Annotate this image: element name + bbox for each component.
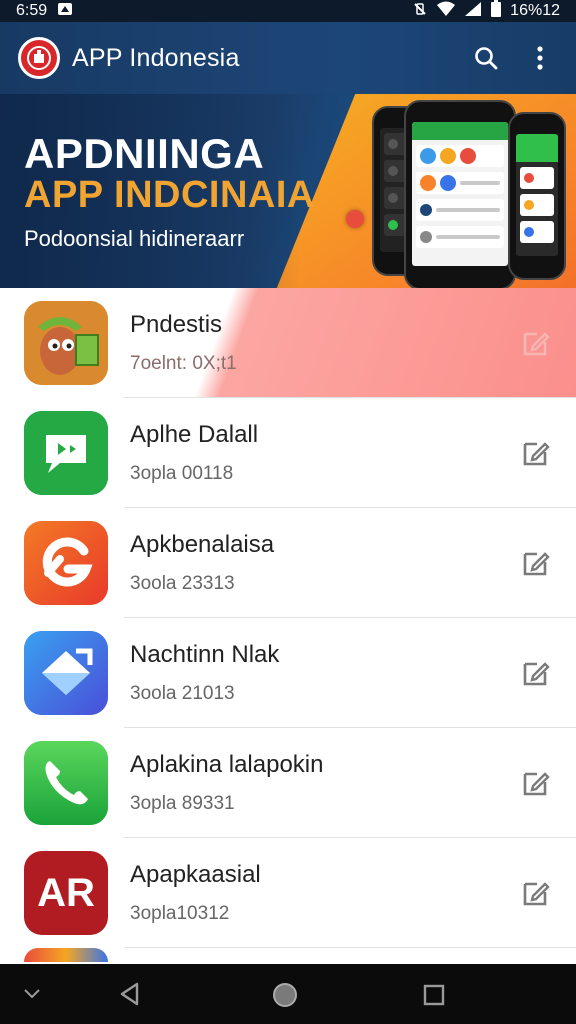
app-name: Nachtinn Nlak [130, 641, 280, 668]
recents-icon [423, 984, 445, 1006]
vibrate-off-icon [412, 1, 428, 22]
swirl-g-icon [24, 521, 108, 605]
home-button[interactable] [268, 978, 302, 1012]
banner-title: APDNIINGA [24, 130, 265, 177]
location-pin-icon [346, 210, 364, 228]
banner-subtitle: Podoonsial hidineraarr [24, 226, 245, 251]
list-item[interactable]: Pndestis 7oelnt: 0X;t1 [0, 288, 576, 398]
app-list: Pndestis 7oelnt: 0X;t1 Aplhe Dalall 3opl… [0, 288, 576, 964]
app-meta: 3opla 00118 [130, 463, 234, 484]
search-button[interactable] [466, 38, 506, 78]
status-bar: 6:59 16%12 [0, 0, 576, 22]
edit-icon [523, 332, 550, 356]
recents-button[interactable] [418, 980, 450, 1010]
app-meta: 3oola 21013 [130, 683, 235, 704]
battery-icon [490, 0, 502, 23]
search-icon [475, 47, 498, 70]
edit-icon [523, 882, 550, 906]
arrow-shape-icon [24, 631, 108, 715]
edit-icon [523, 772, 550, 796]
signal-icon [464, 1, 482, 22]
edit-button[interactable] [516, 323, 556, 363]
list-item[interactable]: Apkbenalaisa 3oola 23313 [0, 508, 576, 618]
home-circle-icon [273, 983, 297, 1007]
app-meta: 7oelnt: 0X;t1 [130, 353, 237, 374]
list-item[interactable]: Aplhe Dalall 3opla 00118 [0, 398, 576, 508]
app-title: APP Indonesia [72, 43, 240, 72]
edit-button[interactable] [516, 543, 556, 583]
wifi-icon [436, 1, 456, 22]
promo-banner[interactable]: APDNIINGA APP INDCINAIA Podoonsial hidin… [0, 94, 576, 290]
banner-title-secondary: APP INDCINAIA [24, 174, 315, 216]
list-item[interactable]: Aplakina lalapokin 3opla 89331 [0, 728, 576, 838]
phone-illustration [404, 100, 516, 290]
edit-button[interactable] [516, 653, 556, 693]
app-name: Pndestis [130, 311, 223, 338]
status-time: 6:59 [16, 2, 48, 19]
more-options-button[interactable] [520, 38, 560, 78]
cartoon-character-icon [24, 301, 108, 385]
app-name: Apapkaasial [130, 861, 261, 888]
ar-text-icon: AR [24, 851, 108, 935]
notification-icon [57, 2, 73, 21]
collapse-button[interactable] [18, 984, 46, 1004]
list-item[interactable]: AR Apapkaasial 3opla10312 [0, 838, 576, 948]
more-vert-icon [537, 46, 543, 70]
logo-icon [18, 37, 60, 79]
app-name: Aplhe Dalall [130, 421, 259, 448]
battery-text: 16%12 [510, 2, 560, 19]
edit-button[interactable] [516, 433, 556, 473]
edit-icon [523, 662, 550, 686]
edit-icon [523, 442, 550, 466]
system-nav-bar [0, 964, 576, 1024]
phone-illustration [508, 112, 566, 280]
app-meta: 3oola 23313 [130, 573, 235, 594]
edit-icon [523, 552, 550, 576]
app-name: Aplakina lalapokin [130, 751, 324, 778]
phone-icon [24, 741, 108, 825]
edit-button[interactable] [516, 873, 556, 913]
chat-bubble-icon [24, 411, 108, 495]
list-item[interactable]: Nachtinn Nlak 3oola 21013 [0, 618, 576, 728]
app-meta: 3opla10312 [130, 903, 230, 924]
edit-button[interactable] [516, 763, 556, 803]
app-meta: 3opla 89331 [130, 793, 235, 814]
back-button[interactable] [112, 978, 148, 1010]
chevron-down-icon [24, 989, 40, 999]
back-icon [120, 982, 139, 1006]
app-icon-text: AR [37, 870, 95, 915]
partial-app-icon [24, 948, 108, 962]
app-name: Apkbenalaisa [130, 531, 275, 558]
app-bar: APP Indonesia [0, 22, 576, 94]
